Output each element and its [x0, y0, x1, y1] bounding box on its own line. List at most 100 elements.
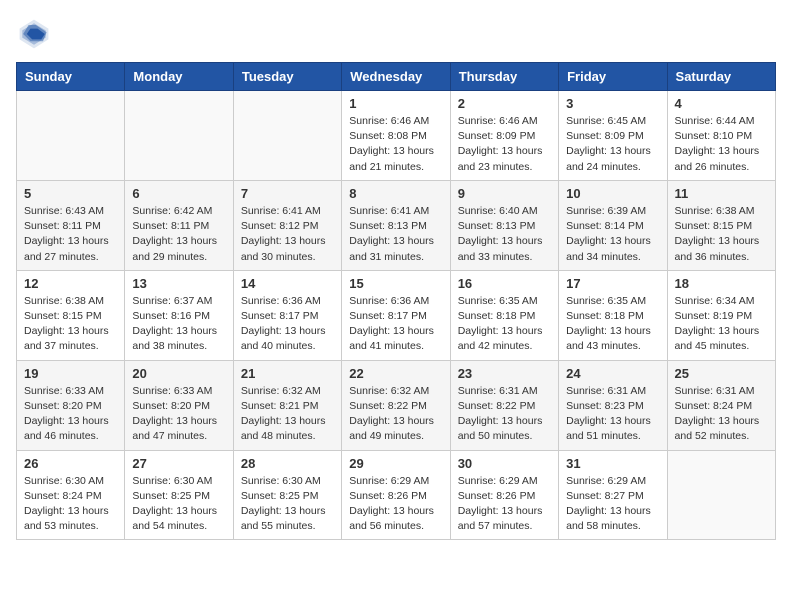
day-detail: Sunrise: 6:38 AM Sunset: 8:15 PM Dayligh…	[675, 204, 768, 265]
calendar-day-cell	[17, 91, 125, 181]
calendar-day-cell: 31 Sunrise: 6:29 AM Sunset: 8:27 PM Dayli…	[559, 450, 667, 540]
calendar-day-cell: 27 Sunrise: 6:30 AM Sunset: 8:25 PM Dayli…	[125, 450, 233, 540]
calendar-day-cell: 19 Sunrise: 6:33 AM Sunset: 8:20 PM Dayli…	[17, 360, 125, 450]
calendar-day-cell	[233, 91, 341, 181]
calendar-day-cell: 30Sunrise: 6:29 AM Sunset: 8:26 PM Dayli…	[450, 450, 558, 540]
day-number: 12	[24, 276, 117, 291]
calendar-week-row: 5 Sunrise: 6:43 AM Sunset: 8:11 PM Daylig…	[17, 180, 776, 270]
calendar-week-row: 1 Sunrise: 6:46 AM Sunset: 8:08 PM Daylig…	[17, 91, 776, 181]
calendar-day-cell: 20 Sunrise: 6:33 AM Sunset: 8:20 PM Dayli…	[125, 360, 233, 450]
calendar-day-cell: 28 Sunrise: 6:30 AM Sunset: 8:25 PM Dayli…	[233, 450, 341, 540]
day-detail: Sunrise: 6:39 AM Sunset: 8:14 PM Dayligh…	[566, 204, 659, 265]
day-number: 28	[241, 456, 334, 471]
day-number: 17	[566, 276, 659, 291]
calendar-day-cell: 25 Sunrise: 6:31 AM Sunset: 8:24 PM Dayli…	[667, 360, 775, 450]
day-number: 31	[566, 456, 659, 471]
calendar-day-cell: 17 Sunrise: 6:35 AM Sunset: 8:18 PM Dayli…	[559, 270, 667, 360]
calendar-day-cell: 26Sunrise: 6:30 AM Sunset: 8:24 PM Dayli…	[17, 450, 125, 540]
day-number: 15	[349, 276, 442, 291]
day-number: 8	[349, 186, 442, 201]
page-header	[16, 16, 776, 52]
day-detail: Sunrise: 6:30 AM Sunset: 8:24 PM Dayligh…	[24, 474, 117, 535]
calendar-day-cell: 3Sunrise: 6:45 AM Sunset: 8:09 PM Daylig…	[559, 91, 667, 181]
day-detail: Sunrise: 6:41 AM Sunset: 8:13 PM Dayligh…	[349, 204, 442, 265]
day-number: 25	[675, 366, 768, 381]
day-detail: Sunrise: 6:29 AM Sunset: 8:26 PM Dayligh…	[458, 474, 551, 535]
calendar-week-row: 19 Sunrise: 6:33 AM Sunset: 8:20 PM Dayli…	[17, 360, 776, 450]
day-detail: Sunrise: 6:29 AM Sunset: 8:26 PM Dayligh…	[349, 474, 442, 535]
day-number: 10	[566, 186, 659, 201]
day-detail: Sunrise: 6:38 AM Sunset: 8:15 PM Dayligh…	[24, 294, 117, 355]
day-detail: Sunrise: 6:30 AM Sunset: 8:25 PM Dayligh…	[241, 474, 334, 535]
day-number: 19	[24, 366, 117, 381]
day-detail: Sunrise: 6:33 AM Sunset: 8:20 PM Dayligh…	[24, 384, 117, 445]
day-number: 5	[24, 186, 117, 201]
day-number: 4	[675, 96, 768, 111]
calendar-header-row: SundayMondayTuesdayWednesdayThursdayFrid…	[17, 63, 776, 91]
day-number: 20	[132, 366, 225, 381]
day-detail: Sunrise: 6:31 AM Sunset: 8:24 PM Dayligh…	[675, 384, 768, 445]
day-of-week-header: Friday	[559, 63, 667, 91]
calendar-day-cell: 4 Sunrise: 6:44 AM Sunset: 8:10 PM Daylig…	[667, 91, 775, 181]
calendar-day-cell: 14Sunrise: 6:36 AM Sunset: 8:17 PM Dayli…	[233, 270, 341, 360]
day-detail: Sunrise: 6:35 AM Sunset: 8:18 PM Dayligh…	[566, 294, 659, 355]
calendar-day-cell	[667, 450, 775, 540]
day-detail: Sunrise: 6:36 AM Sunset: 8:17 PM Dayligh…	[349, 294, 442, 355]
calendar-day-cell: 5 Sunrise: 6:43 AM Sunset: 8:11 PM Daylig…	[17, 180, 125, 270]
day-detail: Sunrise: 6:43 AM Sunset: 8:11 PM Dayligh…	[24, 204, 117, 265]
day-detail: Sunrise: 6:44 AM Sunset: 8:10 PM Dayligh…	[675, 114, 768, 175]
day-number: 3	[566, 96, 659, 111]
day-number: 1	[349, 96, 442, 111]
day-detail: Sunrise: 6:29 AM Sunset: 8:27 PM Dayligh…	[566, 474, 659, 535]
calendar-day-cell: 21 Sunrise: 6:32 AM Sunset: 8:21 PM Dayli…	[233, 360, 341, 450]
calendar-day-cell: 29 Sunrise: 6:29 AM Sunset: 8:26 PM Dayli…	[342, 450, 450, 540]
day-number: 11	[675, 186, 768, 201]
day-detail: Sunrise: 6:37 AM Sunset: 8:16 PM Dayligh…	[132, 294, 225, 355]
day-of-week-header: Wednesday	[342, 63, 450, 91]
day-detail: Sunrise: 6:30 AM Sunset: 8:25 PM Dayligh…	[132, 474, 225, 535]
day-detail: Sunrise: 6:31 AM Sunset: 8:22 PM Dayligh…	[458, 384, 551, 445]
calendar-day-cell: 23 Sunrise: 6:31 AM Sunset: 8:22 PM Dayli…	[450, 360, 558, 450]
day-of-week-header: Monday	[125, 63, 233, 91]
day-of-week-header: Thursday	[450, 63, 558, 91]
day-detail: Sunrise: 6:46 AM Sunset: 8:09 PM Dayligh…	[458, 114, 551, 175]
calendar-day-cell: 16 Sunrise: 6:35 AM Sunset: 8:18 PM Dayli…	[450, 270, 558, 360]
day-number: 13	[132, 276, 225, 291]
calendar-day-cell: 24 Sunrise: 6:31 AM Sunset: 8:23 PM Dayli…	[559, 360, 667, 450]
day-detail: Sunrise: 6:34 AM Sunset: 8:19 PM Dayligh…	[675, 294, 768, 355]
day-detail: Sunrise: 6:46 AM Sunset: 8:08 PM Dayligh…	[349, 114, 442, 175]
day-detail: Sunrise: 6:41 AM Sunset: 8:12 PM Dayligh…	[241, 204, 334, 265]
day-number: 9	[458, 186, 551, 201]
calendar-week-row: 26Sunrise: 6:30 AM Sunset: 8:24 PM Dayli…	[17, 450, 776, 540]
calendar-day-cell: 1 Sunrise: 6:46 AM Sunset: 8:08 PM Daylig…	[342, 91, 450, 181]
day-detail: Sunrise: 6:42 AM Sunset: 8:11 PM Dayligh…	[132, 204, 225, 265]
day-number: 23	[458, 366, 551, 381]
calendar-day-cell: 13 Sunrise: 6:37 AM Sunset: 8:16 PM Dayli…	[125, 270, 233, 360]
day-of-week-header: Sunday	[17, 63, 125, 91]
day-number: 18	[675, 276, 768, 291]
calendar-day-cell: 9Sunrise: 6:40 AM Sunset: 8:13 PM Daylig…	[450, 180, 558, 270]
logo-icon	[16, 16, 52, 52]
day-detail: Sunrise: 6:36 AM Sunset: 8:17 PM Dayligh…	[241, 294, 334, 355]
day-number: 21	[241, 366, 334, 381]
day-detail: Sunrise: 6:33 AM Sunset: 8:20 PM Dayligh…	[132, 384, 225, 445]
day-detail: Sunrise: 6:31 AM Sunset: 8:23 PM Dayligh…	[566, 384, 659, 445]
logo	[16, 16, 56, 52]
day-number: 24	[566, 366, 659, 381]
calendar-day-cell	[125, 91, 233, 181]
calendar-week-row: 12 Sunrise: 6:38 AM Sunset: 8:15 PM Dayli…	[17, 270, 776, 360]
day-number: 22	[349, 366, 442, 381]
day-number: 16	[458, 276, 551, 291]
calendar-day-cell: 8 Sunrise: 6:41 AM Sunset: 8:13 PM Daylig…	[342, 180, 450, 270]
day-number: 6	[132, 186, 225, 201]
day-number: 27	[132, 456, 225, 471]
calendar-day-cell: 22Sunrise: 6:32 AM Sunset: 8:22 PM Dayli…	[342, 360, 450, 450]
day-number: 29	[349, 456, 442, 471]
calendar-day-cell: 7Sunrise: 6:41 AM Sunset: 8:12 PM Daylig…	[233, 180, 341, 270]
day-detail: Sunrise: 6:35 AM Sunset: 8:18 PM Dayligh…	[458, 294, 551, 355]
calendar-day-cell: 11 Sunrise: 6:38 AM Sunset: 8:15 PM Dayli…	[667, 180, 775, 270]
calendar-day-cell: 12 Sunrise: 6:38 AM Sunset: 8:15 PM Dayli…	[17, 270, 125, 360]
day-detail: Sunrise: 6:32 AM Sunset: 8:21 PM Dayligh…	[241, 384, 334, 445]
day-of-week-header: Tuesday	[233, 63, 341, 91]
calendar-table: SundayMondayTuesdayWednesdayThursdayFrid…	[16, 62, 776, 540]
